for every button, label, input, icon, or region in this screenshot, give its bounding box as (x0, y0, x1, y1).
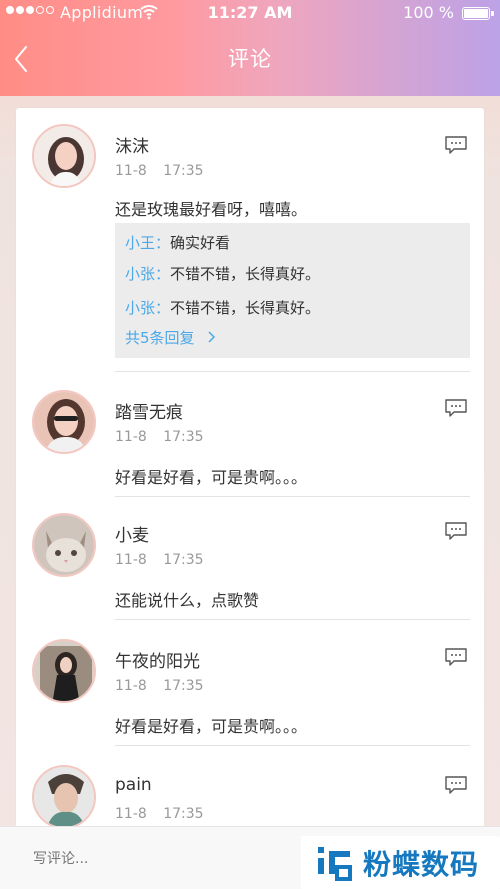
comment-text: 还能说什么，点歌赞 (115, 591, 260, 610)
reply-text: 不错不错，长得真好。 (170, 299, 321, 317)
avatar (32, 390, 96, 454)
comment-time: 17:35 (163, 806, 204, 822)
reply-author[interactable]: 小王 (125, 234, 155, 252)
comment-time: 17:35 (163, 678, 204, 694)
chevron-right-icon (208, 331, 216, 343)
comment-divider (115, 371, 470, 372)
reply-text: 不错不错，长得真好。 (170, 265, 321, 283)
reply-author[interactable]: 小张 (125, 265, 155, 283)
reply-author[interactable]: 小张 (125, 299, 155, 317)
reply-item: 小王：确实好看 (125, 232, 230, 253)
comment-time: 17:35 (163, 552, 204, 568)
comment-timestamp: 11-8 17:35 (115, 806, 204, 822)
battery-icon (462, 7, 490, 20)
comment-text: 好看是好看，可是贵啊。。。 (115, 468, 308, 487)
comments-card: 沫沫 11-8 17:35 还是玫瑰最好看呀，嘻嘻。 小王：确实好看 小张：不错… (16, 108, 484, 868)
signal-strength-icon (6, 6, 54, 14)
comment-time: 17:35 (163, 163, 204, 179)
carrier-name: Applidium (60, 3, 144, 22)
reply-colon: ： (155, 234, 171, 252)
reply-item: 小张：不错不错，长得真好。 (125, 263, 320, 284)
avatar (32, 765, 96, 829)
comment-input[interactable] (31, 846, 295, 872)
comment-author: pain (115, 775, 152, 795)
battery-tip (491, 11, 494, 16)
comment-date: 11-8 (115, 806, 147, 822)
comment-author: 沫沫 (115, 137, 149, 157)
comment-timestamp: 11-8 17:35 (115, 163, 204, 179)
wifi-icon (140, 5, 158, 20)
comment-text: 还是玫瑰最好看呀，嘻嘻。 (115, 200, 308, 219)
comment-author: 小麦 (115, 526, 149, 546)
comment-timestamp: 11-8 17:35 (115, 429, 204, 445)
page-title: 评论 (228, 47, 272, 71)
status-bar: Applidium 11:27 AM 100 % (0, 0, 500, 28)
comment-text: 好看是好看，可是贵啊。。。 (115, 717, 308, 736)
reply-icon[interactable] (444, 775, 468, 795)
comment-timestamp: 11-8 17:35 (115, 678, 204, 694)
comment-time: 17:35 (163, 429, 204, 445)
comment-date: 11-8 (115, 552, 147, 568)
comment-date: 11-8 (115, 678, 147, 694)
reply-colon: ： (155, 299, 171, 317)
more-replies-label: 共5条回复 (125, 329, 195, 347)
reply-colon: ： (155, 265, 171, 283)
reply-list: 小王：确实好看 小张：不错不错，长得真好。 小张：不错不错，长得真好。 共5条回… (115, 223, 470, 358)
watermark-text: 粉蝶数码 (363, 848, 480, 881)
reply-item: 小张：不错不错，长得真好。 (125, 297, 320, 318)
comment-date: 11-8 (115, 163, 147, 179)
reply-icon[interactable] (444, 398, 468, 418)
comment-author: 午夜的阳光 (115, 652, 200, 672)
reply-icon[interactable] (444, 521, 468, 541)
battery-percentage: 100 % (403, 3, 454, 22)
watermark: 粉蝶数码 (301, 836, 500, 889)
brand-logo-icon (318, 847, 352, 881)
avatar (32, 124, 96, 188)
comment-divider (115, 745, 470, 746)
reply-icon[interactable] (444, 647, 468, 667)
comment-author: 踏雪无痕 (115, 403, 183, 423)
avatar (32, 639, 96, 703)
reply-text: 确实好看 (170, 234, 231, 252)
avatar (32, 513, 96, 577)
comment-divider (115, 496, 470, 497)
comment-timestamp: 11-8 17:35 (115, 552, 204, 568)
comment-page: Applidium 11:27 AM 100 % 评论 沫沫 11-8 17:3… (0, 0, 500, 889)
comment-date: 11-8 (115, 429, 147, 445)
reply-icon[interactable] (444, 135, 468, 155)
navigation-bar: 评论 (0, 28, 500, 90)
view-all-replies-link[interactable]: 共5条回复 (125, 327, 217, 348)
comment-divider (115, 619, 470, 620)
